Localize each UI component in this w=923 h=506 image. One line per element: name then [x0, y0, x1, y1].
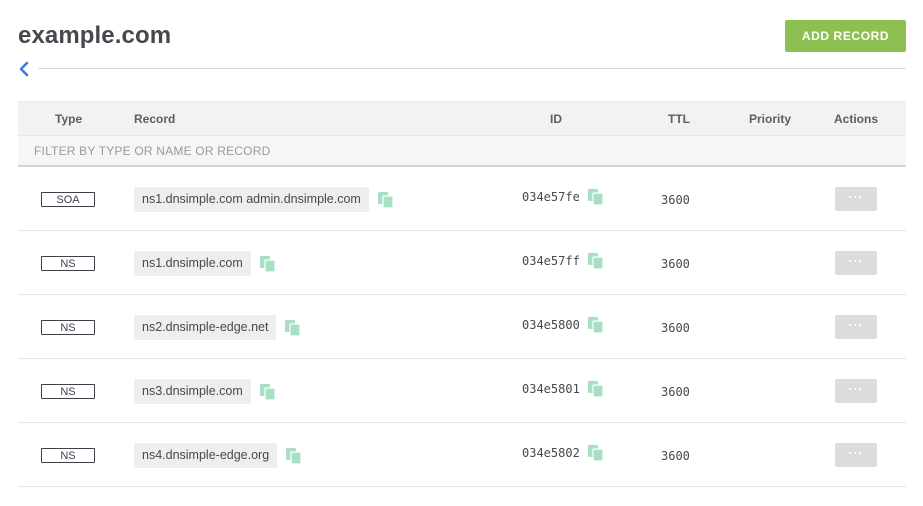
copy-icon[interactable]	[259, 383, 277, 401]
record-type-badge: NS	[41, 384, 95, 399]
record-actions-button[interactable]: ···	[835, 379, 877, 403]
record-type-badge: NS	[41, 320, 95, 335]
copy-icon[interactable]	[587, 380, 605, 398]
column-header-ttl: TTL	[668, 112, 690, 126]
record-type-badge: NS	[41, 448, 95, 463]
record-value: ns2.dnsimple-edge.net	[134, 315, 277, 340]
table-row: NS ns1.dnsimple.com 034e57ff 3600 ···	[18, 231, 906, 295]
copy-icon[interactable]	[587, 444, 605, 462]
id-cell: 034e5802	[522, 444, 605, 462]
record-ttl: 3600	[661, 385, 690, 399]
record-id: 034e5800	[522, 318, 580, 332]
back-link[interactable]	[18, 60, 34, 78]
record-value: ns3.dnsimple.com	[134, 379, 251, 404]
filter-row	[18, 135, 906, 167]
chevron-left-icon	[19, 61, 29, 77]
record-cell: ns4.dnsimple-edge.org	[134, 443, 303, 468]
dns-records-table: Type Record ID TTL Priority Actions SOA …	[18, 101, 906, 487]
table-body: SOA ns1.dnsimple.com admin.dnsimple.com …	[18, 167, 906, 487]
copy-icon[interactable]	[587, 252, 605, 270]
record-cell: ns3.dnsimple.com	[134, 379, 277, 404]
record-id: 034e5801	[522, 382, 580, 396]
table-row: NS ns2.dnsimple-edge.net 034e5800 3600 ·…	[18, 295, 906, 359]
record-actions-button[interactable]: ···	[835, 315, 877, 339]
record-actions-button[interactable]: ···	[835, 251, 877, 275]
id-cell: 034e5800	[522, 316, 605, 334]
copy-icon[interactable]	[587, 188, 605, 206]
record-value: ns1.dnsimple.com	[134, 251, 251, 276]
record-ttl: 3600	[661, 321, 690, 335]
column-header-record: Record	[134, 112, 176, 126]
table-row: NS ns4.dnsimple-edge.org 034e5802 3600 ·…	[18, 423, 906, 487]
record-id: 034e57fe	[522, 190, 580, 204]
column-header-priority: Priority	[749, 112, 792, 126]
column-header-id: ID	[550, 112, 562, 126]
record-id: 034e57ff	[522, 254, 580, 268]
copy-icon[interactable]	[587, 316, 605, 334]
column-header-actions: Actions	[834, 112, 879, 126]
copy-icon[interactable]	[259, 255, 277, 273]
record-ttl: 3600	[661, 257, 690, 271]
add-record-button[interactable]: ADD RECORD	[785, 20, 906, 52]
record-cell: ns1.dnsimple.com	[134, 251, 277, 276]
record-cell: ns2.dnsimple-edge.net	[134, 315, 302, 340]
id-cell: 034e57fe	[522, 188, 605, 206]
record-type-badge: NS	[41, 256, 95, 271]
id-cell: 034e5801	[522, 380, 605, 398]
table-row: SOA ns1.dnsimple.com admin.dnsimple.com …	[18, 167, 906, 231]
record-actions-button[interactable]: ···	[835, 443, 877, 467]
record-id: 034e5802	[522, 446, 580, 460]
copy-icon[interactable]	[285, 447, 303, 465]
record-cell: ns1.dnsimple.com admin.dnsimple.com	[134, 187, 395, 212]
record-value: ns1.dnsimple.com admin.dnsimple.com	[134, 187, 369, 212]
id-cell: 034e57ff	[522, 252, 605, 270]
record-value: ns4.dnsimple-edge.org	[134, 443, 278, 468]
header-divider	[38, 68, 906, 69]
copy-icon[interactable]	[377, 191, 395, 209]
table-header: Type Record ID TTL Priority Actions	[18, 101, 906, 135]
record-type-badge: SOA	[41, 192, 95, 207]
record-ttl: 3600	[661, 193, 690, 207]
table-row: NS ns3.dnsimple.com 034e5801 3600 ···	[18, 359, 906, 423]
page-title: example.com	[18, 22, 172, 49]
column-header-type: Type	[55, 112, 83, 126]
filter-input[interactable]	[18, 136, 906, 165]
copy-icon[interactable]	[284, 319, 302, 337]
record-ttl: 3600	[661, 449, 690, 463]
record-actions-button[interactable]: ···	[835, 187, 877, 211]
